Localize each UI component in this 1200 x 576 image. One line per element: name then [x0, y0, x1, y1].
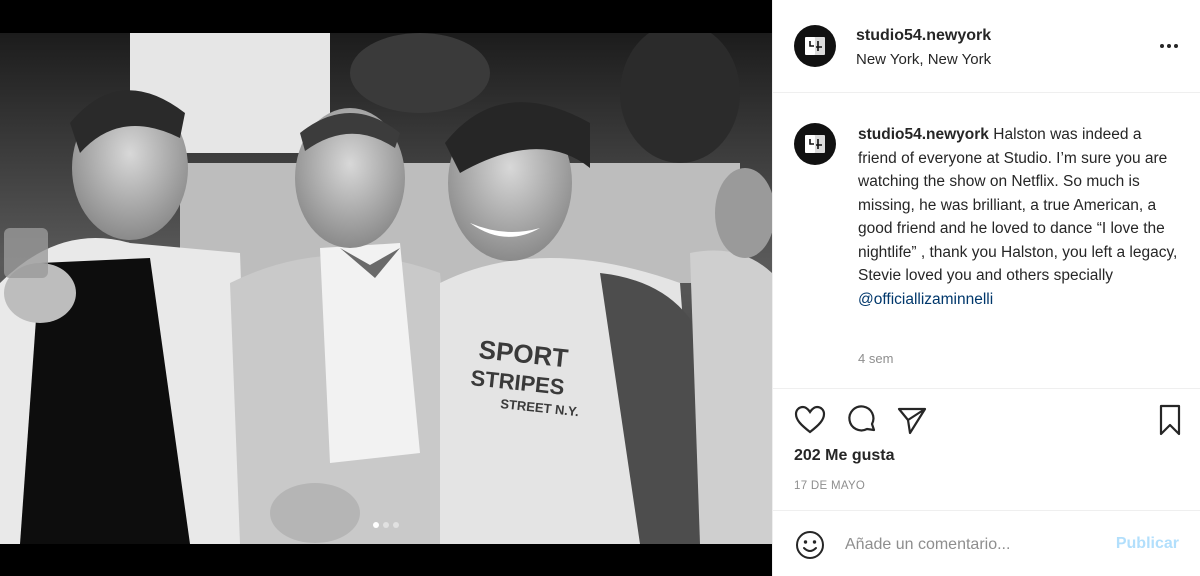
avatar[interactable] — [794, 25, 836, 67]
carousel-dot — [393, 522, 399, 528]
share-icon[interactable] — [895, 403, 929, 437]
bookmark-icon[interactable] — [1153, 403, 1187, 437]
likes-count[interactable]: 202 Me gusta — [794, 447, 894, 465]
post-actions: 202 Me gusta 17 DE MAYO — [773, 388, 1200, 510]
caption-time-ago[interactable]: 4 sem — [858, 351, 893, 366]
post-header: studio54.newyork New York, New York — [773, 0, 1200, 93]
publish-button[interactable]: Publicar — [1116, 535, 1179, 553]
studio54-logo-icon — [805, 135, 825, 153]
photo-image: SPORT STRIPES STREET N.Y. — [0, 33, 772, 544]
post-media: SPORT STRIPES STREET N.Y. — [0, 0, 772, 576]
post-caption: studio54.newyork Halston was indeed a fr… — [858, 123, 1178, 311]
carousel-indicator — [0, 522, 772, 528]
more-horizontal-icon[interactable] — [1157, 36, 1181, 56]
comments-section: studio54.newyork Halston was indeed a fr… — [773, 93, 1200, 388]
carousel-dot — [373, 522, 379, 528]
caption-username[interactable]: studio54.newyork — [858, 126, 989, 143]
post-side-panel: studio54.newyork New York, New York stud… — [772, 0, 1200, 576]
carousel-dot — [383, 522, 389, 528]
post-location[interactable]: New York, New York — [856, 51, 991, 68]
emoji-icon[interactable] — [793, 528, 827, 562]
studio54-logo-icon — [805, 37, 825, 55]
add-comment-bar: Publicar — [773, 510, 1200, 576]
comment-input[interactable] — [845, 531, 1095, 559]
comment-icon[interactable] — [845, 403, 879, 437]
caption-avatar[interactable] — [794, 123, 836, 165]
heart-icon[interactable] — [793, 403, 827, 437]
post-photo[interactable]: SPORT STRIPES STREET N.Y. — [0, 33, 772, 544]
caption-text: Halston was indeed a friend of everyone … — [858, 126, 1178, 284]
caption-mention[interactable]: @officiallizaminnelli — [858, 288, 1178, 312]
post-date[interactable]: 17 DE MAYO — [794, 480, 865, 492]
post-username[interactable]: studio54.newyork — [856, 27, 991, 45]
